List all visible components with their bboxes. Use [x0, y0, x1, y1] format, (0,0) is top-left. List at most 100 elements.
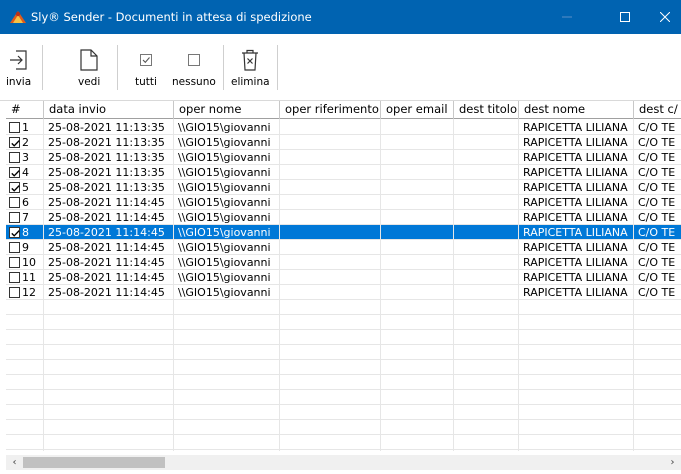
grid-line [6, 389, 681, 390]
row-checkbox[interactable] [9, 197, 20, 208]
table-row[interactable]: 7 25-08-2021 11:14:45 \\GIO15\giovanni RAPI… [6, 210, 681, 225]
column-header-data-invio[interactable]: data invio [44, 101, 174, 119]
scrollbar-thumb[interactable] [23, 457, 165, 468]
cell-oper-email [381, 165, 454, 180]
column-header-dest-titolo[interactable]: dest titolo [454, 101, 519, 119]
cell-dest-nome: RAPICETTA LILIANA [523, 196, 628, 209]
cell-dest-nome: RAPICETTA LILIANA [523, 256, 628, 269]
row-number: 7 [22, 211, 29, 224]
grid-line [6, 239, 681, 240]
column-header-dest-nome[interactable]: dest nome [519, 101, 634, 119]
checkmark-icon [11, 185, 20, 192]
minimize-button[interactable] [544, 0, 590, 34]
cell-data-invio: 25-08-2021 11:13:35 [48, 121, 165, 134]
cell-oper-nome: \\GIO15\giovanni [178, 121, 271, 134]
row-checkbox[interactable] [9, 152, 20, 163]
grid-line [173, 119, 174, 451]
maximize-button[interactable] [602, 0, 648, 34]
cell-oper-riferimento [280, 285, 381, 300]
row-number: 5 [22, 181, 29, 194]
cell-oper-email [381, 195, 454, 210]
row-checkbox[interactable] [9, 257, 20, 268]
nessuno-label: nessuno [172, 76, 216, 88]
grid-line [6, 179, 681, 180]
grid-line [633, 119, 634, 451]
row-checkbox[interactable] [9, 182, 20, 193]
table-row[interactable]: 5 25-08-2021 11:13:35 \\GIO15\giovanni RAPI… [6, 180, 681, 195]
row-number: 2 [22, 136, 29, 149]
cell-data-invio: 25-08-2021 11:14:45 [48, 211, 165, 224]
row-checkbox[interactable] [9, 167, 20, 178]
row-checkbox[interactable] [9, 137, 20, 148]
grid-line [6, 164, 681, 165]
checkbox-checked-icon [139, 54, 152, 66]
cell-oper-nome: \\GIO15\giovanni [178, 256, 271, 269]
cell-oper-nome: \\GIO15\giovanni [178, 226, 271, 239]
document-icon [80, 49, 98, 71]
row-checkbox[interactable] [9, 122, 20, 133]
column-header-number[interactable]: # [6, 101, 44, 119]
cell-dest-titolo [454, 120, 519, 135]
cell-oper-riferimento [280, 135, 381, 150]
vedi-button[interactable]: vedi [78, 49, 100, 88]
cell-oper-nome: \\GIO15\giovanni [178, 241, 271, 254]
nessuno-button[interactable]: nessuno [172, 49, 216, 88]
minimize-icon [562, 16, 572, 18]
grid-line [6, 359, 681, 360]
cell-dest-c: C/O TE [638, 256, 676, 269]
grid-line [453, 119, 454, 451]
table-row[interactable]: 12 25-08-2021 11:14:45 \\GIO15\giovanni RAP… [6, 285, 681, 300]
chevron-left-icon: ‹ [12, 457, 17, 468]
grid-line [43, 119, 44, 451]
cell-dest-nome: RAPICETTA LILIANA [523, 151, 628, 164]
column-header-oper-riferimento[interactable]: oper riferimento [280, 101, 381, 119]
cell-oper-email [381, 120, 454, 135]
cell-dest-titolo [454, 225, 519, 240]
tutti-button[interactable]: tutti [135, 49, 157, 88]
table-row[interactable]: 3 25-08-2021 11:13:35 \\GIO15\giovanni RAPI… [6, 150, 681, 165]
table-row[interactable]: 4 25-08-2021 11:13:35 \\GIO15\giovanni RAPI… [6, 165, 681, 180]
column-header-oper-email[interactable]: oper email [381, 101, 454, 119]
cell-dest-c: C/O TE [638, 121, 676, 134]
table-row[interactable]: 6 25-08-2021 11:14:45 \\GIO15\giovanni RAPI… [6, 195, 681, 210]
row-checkbox[interactable] [9, 227, 20, 238]
row-number: 1 [22, 121, 29, 134]
invia-button[interactable]: invia [6, 49, 31, 88]
toolbar: invia vedi tutti nessuno elimina [0, 34, 681, 101]
column-header-dest-c[interactable]: dest c/ [634, 101, 681, 119]
cell-dest-nome: RAPICETTA LILIANA [523, 271, 628, 284]
scroll-left-button[interactable]: ‹ [6, 455, 23, 470]
row-checkbox[interactable] [9, 212, 20, 223]
row-checkbox[interactable] [9, 242, 20, 253]
grid-line [6, 434, 681, 435]
scroll-right-button[interactable]: › [664, 455, 681, 470]
horizontal-scrollbar[interactable]: ‹ › [6, 455, 681, 470]
cell-dest-c: C/O TE [638, 181, 676, 194]
toolbar-separator [277, 45, 278, 90]
cell-dest-nome: RAPICETTA LILIANA [523, 226, 628, 239]
column-header-oper-nome[interactable]: oper nome [174, 101, 280, 119]
cell-data-invio: 25-08-2021 11:14:45 [48, 196, 165, 209]
grid-line [6, 419, 681, 420]
table-row[interactable]: 11 25-08-2021 11:14:45 \\GIO15\giovanni RAP… [6, 270, 681, 285]
close-button[interactable] [648, 0, 681, 34]
cell-dest-c: C/O TE [638, 166, 676, 179]
row-number: 8 [22, 226, 29, 239]
row-checkbox[interactable] [9, 287, 20, 298]
elimina-button[interactable]: elimina [231, 49, 270, 88]
row-checkbox[interactable] [9, 272, 20, 283]
table-row[interactable]: 8 25-08-2021 11:14:45 \\GIO15\giovanni RAPI… [6, 225, 681, 240]
app-icon [10, 11, 26, 23]
table-row[interactable]: 1 25-08-2021 11:13:35 \\GIO15\giovanni RAPI… [6, 120, 681, 135]
send-icon [9, 50, 27, 70]
grid-line [6, 284, 681, 285]
table-row[interactable]: 9 25-08-2021 11:14:45 \\GIO15\giovanni RAPI… [6, 240, 681, 255]
cell-oper-email [381, 150, 454, 165]
cell-oper-nome: \\GIO15\giovanni [178, 136, 271, 149]
grid-line [6, 209, 681, 210]
cell-dest-c: C/O TE [638, 286, 676, 299]
table-row[interactable]: 10 25-08-2021 11:14:45 \\GIO15\giovanni RAP… [6, 255, 681, 270]
documents-grid[interactable]: # data invio oper nome oper riferimento … [6, 101, 681, 451]
table-row[interactable]: 2 25-08-2021 11:13:35 \\GIO15\giovanni RAPI… [6, 135, 681, 150]
cell-oper-nome: \\GIO15\giovanni [178, 166, 271, 179]
